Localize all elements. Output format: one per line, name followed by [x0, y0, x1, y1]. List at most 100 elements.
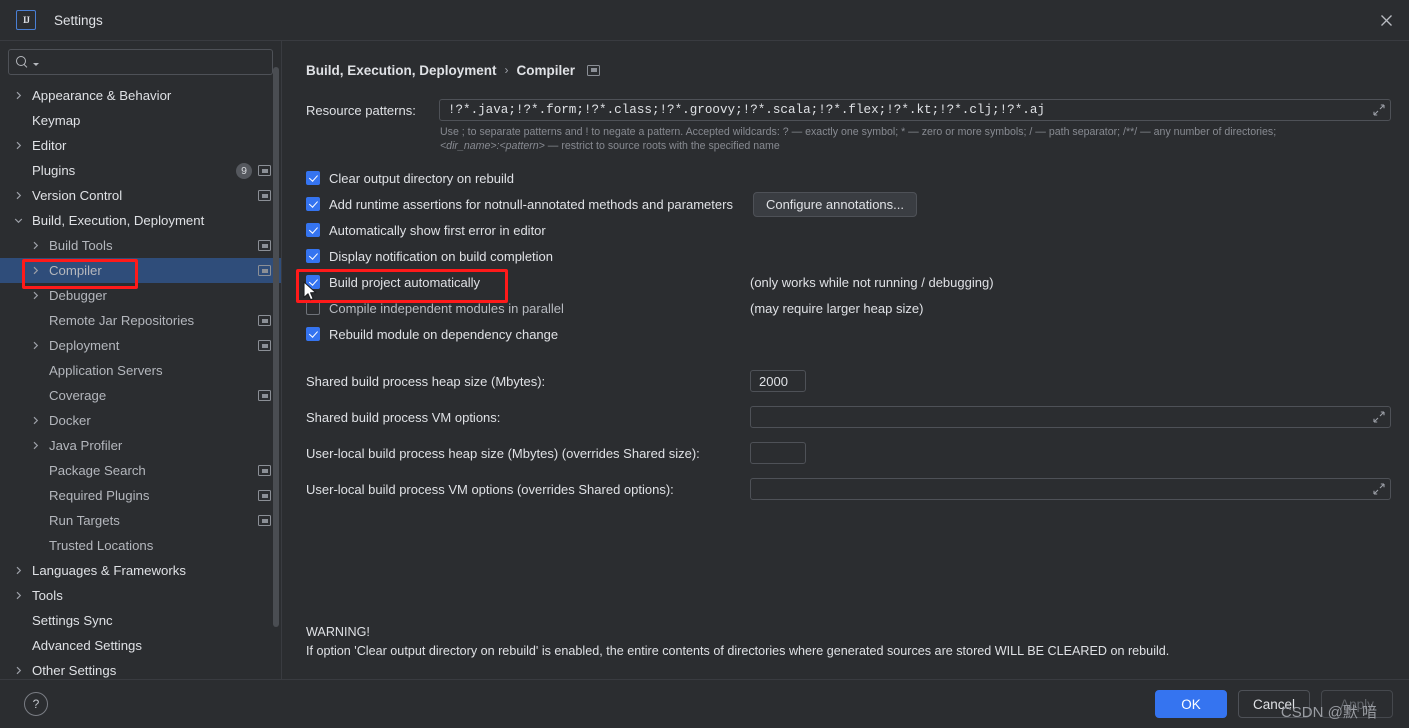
chevron-right-icon[interactable]	[27, 341, 43, 350]
form-field-row: Shared build process VM options:	[306, 399, 1391, 435]
form-field-input-wrap[interactable]	[750, 370, 806, 392]
chevron-right-icon[interactable]	[10, 566, 26, 575]
apply-button[interactable]: Apply	[1321, 690, 1393, 718]
checkbox-checked-icon[interactable]	[306, 327, 320, 341]
sidebar-item-required-plugins[interactable]: Required Plugins	[0, 483, 281, 508]
chevron-right-icon[interactable]	[27, 441, 43, 450]
project-setting-icon	[587, 64, 601, 76]
checkbox-checked-icon[interactable]	[306, 223, 320, 237]
sidebar-item-appearance-behavior[interactable]: Appearance & Behavior	[0, 83, 281, 108]
resource-patterns-label: Resource patterns:	[306, 102, 416, 118]
checkbox-row[interactable]: Rebuild module on dependency change	[306, 321, 1391, 347]
help-icon[interactable]: ?	[24, 692, 48, 716]
expand-icon[interactable]	[1372, 482, 1386, 496]
form-field-input-wrap[interactable]	[750, 478, 1391, 500]
chevron-right-icon[interactable]	[10, 591, 26, 600]
sidebar-item-trusted-locations[interactable]: Trusted Locations	[0, 533, 281, 558]
settings-sidebar: Appearance & Behavior Keymap Editor Plugins…	[0, 41, 282, 679]
intellij-logo-icon: IJ	[16, 10, 36, 30]
search-box[interactable]	[8, 49, 273, 75]
sidebar-item-remote-jar-repositories[interactable]: Remote Jar Repositories	[0, 308, 281, 333]
compiler-options-group: Clear output directory on rebuild Add run…	[306, 165, 1391, 347]
breadcrumb-parent[interactable]: Build, Execution, Deployment	[306, 63, 497, 78]
sidebar-item-tools[interactable]: Tools	[0, 583, 281, 608]
form-field-input[interactable]	[757, 480, 1372, 498]
form-field-input-wrap[interactable]	[750, 442, 806, 464]
search-icon	[15, 55, 30, 70]
form-field-input[interactable]	[757, 444, 801, 462]
sidebar-scrollbar[interactable]	[273, 67, 279, 627]
resource-patterns-input[interactable]	[445, 102, 1372, 118]
expand-icon[interactable]	[1372, 410, 1386, 424]
sidebar-item-application-servers[interactable]: Application Servers	[0, 358, 281, 383]
checkbox-row[interactable]: Automatically show first error in editor	[306, 217, 1391, 243]
title-bar: IJ Settings	[0, 0, 1409, 41]
sidebar-item-java-profiler[interactable]: Java Profiler	[0, 433, 281, 458]
chevron-right-icon[interactable]	[10, 91, 26, 100]
sidebar-item-run-targets[interactable]: Run Targets	[0, 508, 281, 533]
sidebar-item-advanced-settings[interactable]: Advanced Settings	[0, 633, 281, 658]
expand-icon[interactable]	[1372, 103, 1386, 117]
cancel-button[interactable]: Cancel	[1238, 690, 1310, 718]
sidebar-item-build-tools[interactable]: Build Tools	[0, 233, 281, 258]
hint-line-1: Use ; to separate patterns and ! to nega…	[440, 126, 1277, 138]
hint-line-2-rest: — restrict to source roots with the spec…	[544, 140, 780, 152]
sidebar-item-label: Required Plugins	[49, 488, 150, 503]
sidebar-item-build-execution-deployment[interactable]: Build, Execution, Deployment	[0, 208, 281, 233]
resource-patterns-field[interactable]	[438, 99, 1391, 121]
sidebar-item-label: Keymap	[32, 113, 81, 128]
warning-block: WARNING! If option 'Clear output directo…	[306, 623, 1169, 661]
sidebar-item-label: Advanced Settings	[32, 638, 142, 653]
chevron-right-icon[interactable]	[27, 291, 43, 300]
checkbox-row[interactable]: Display notification on build completion	[306, 243, 1391, 269]
sidebar-item-other-settings[interactable]: Other Settings	[0, 658, 281, 679]
checkbox-unchecked-icon[interactable]	[306, 301, 320, 315]
sidebar-item-deployment[interactable]: Deployment	[0, 333, 281, 358]
sidebar-item-package-search[interactable]: Package Search	[0, 458, 281, 483]
chevron-right-icon[interactable]	[10, 666, 26, 675]
sidebar-item-compiler[interactable]: Compiler	[0, 258, 281, 283]
sidebar-item-languages-frameworks[interactable]: Languages & Frameworks	[0, 558, 281, 583]
settings-content: Resource patterns: Use ; to separate pat…	[282, 85, 1409, 507]
settings-window: IJ Settings Appearance & Behavior Keymap E…	[0, 0, 1409, 728]
checkbox-checked-icon[interactable]	[306, 171, 320, 185]
form-field-row: User-local build process VM options (ove…	[306, 471, 1391, 507]
form-field-input[interactable]	[757, 408, 1372, 426]
sidebar-item-editor[interactable]: Editor	[0, 133, 281, 158]
sidebar-item-debugger[interactable]: Debugger	[0, 283, 281, 308]
plugins-count-badge: 9	[236, 162, 252, 179]
close-icon[interactable]	[1363, 0, 1409, 40]
sidebar-item-keymap[interactable]: Keymap	[0, 108, 281, 133]
checkbox-label: Display notification on build completion	[329, 248, 554, 264]
project-setting-icon	[258, 490, 271, 501]
form-field-label: Shared build process VM options:	[306, 409, 501, 425]
chevron-right-icon[interactable]	[27, 266, 43, 275]
chevron-right-icon[interactable]	[27, 241, 43, 250]
search-input[interactable]	[39, 53, 266, 71]
settings-tree[interactable]: Appearance & Behavior Keymap Editor Plugins…	[0, 81, 281, 679]
dialog-body: Appearance & Behavior Keymap Editor Plugins…	[0, 41, 1409, 679]
chevron-right-icon[interactable]	[10, 191, 26, 200]
configure-annotations-button[interactable]: Configure annotations...	[752, 191, 917, 217]
checkbox-row[interactable]: Add runtime assertions for notnull-annot…	[306, 191, 1391, 217]
checkbox-row[interactable]: Build project automatically (only works w…	[306, 269, 1391, 295]
sidebar-item-coverage[interactable]: Coverage	[0, 383, 281, 408]
project-setting-icon	[258, 265, 271, 276]
checkbox-row[interactable]: Clear output directory on rebuild	[306, 165, 1391, 191]
checkbox-checked-icon[interactable]	[306, 249, 320, 263]
sidebar-item-version-control[interactable]: Version Control	[0, 183, 281, 208]
checkbox-checked-icon[interactable]	[306, 197, 320, 211]
sidebar-item-settings-sync[interactable]: Settings Sync	[0, 608, 281, 633]
form-field-input[interactable]	[757, 372, 801, 390]
chevron-right-icon[interactable]	[27, 416, 43, 425]
project-setting-icon	[258, 240, 271, 251]
checkbox-checked-icon[interactable]	[306, 275, 320, 289]
sidebar-item-plugins[interactable]: Plugins 9	[0, 158, 281, 183]
sidebar-item-docker[interactable]: Docker	[0, 408, 281, 433]
sidebar-item-label: Debugger	[49, 288, 107, 303]
ok-button[interactable]: OK	[1155, 690, 1227, 718]
form-field-input-wrap[interactable]	[750, 406, 1391, 428]
chevron-down-icon[interactable]	[10, 216, 26, 225]
checkbox-row[interactable]: Compile independent modules in parallel (…	[306, 295, 1391, 321]
chevron-right-icon[interactable]	[10, 141, 26, 150]
